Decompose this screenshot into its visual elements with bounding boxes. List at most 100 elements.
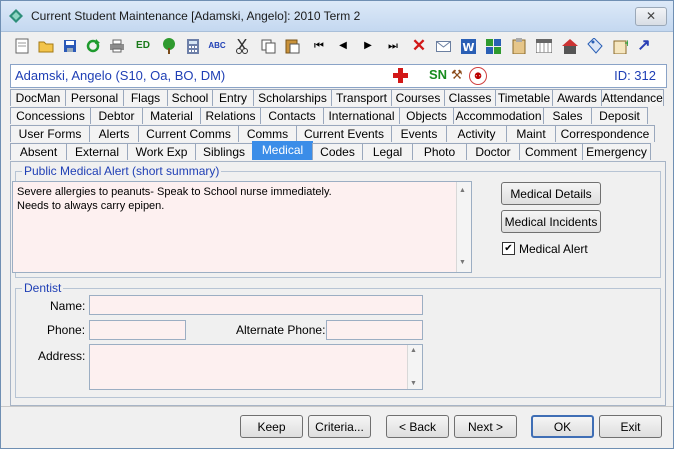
tab-flags[interactable]: Flags <box>123 89 168 106</box>
last-record-icon[interactable]: ⏭ <box>384 37 402 55</box>
tab-codes[interactable]: Codes <box>312 143 363 160</box>
tab-user-forms[interactable]: User Forms <box>10 125 90 142</box>
tab-legal[interactable]: Legal <box>362 143 413 160</box>
alert-scrollbar[interactable]: ▲ ▼ <box>456 182 471 272</box>
address-scrollbar[interactable]: ▲ ▼ <box>407 345 422 389</box>
close-button[interactable]: ✕ <box>635 7 667 26</box>
spellcheck-icon[interactable]: ABC <box>208 37 226 55</box>
clipboard-icon[interactable] <box>510 37 528 55</box>
dentist-phone-input[interactable] <box>89 320 186 340</box>
tab-activity[interactable]: Activity <box>446 125 507 142</box>
dentist-name-input[interactable] <box>89 295 423 315</box>
tab-classes[interactable]: Classes <box>444 89 496 106</box>
tag-icon[interactable] <box>586 37 604 55</box>
tab-external[interactable]: External <box>66 143 128 160</box>
student-info-bar: Adamski, Angelo (S10, Oa, BO, DM) SN ⚒ ⚉… <box>10 64 667 88</box>
cut-icon[interactable] <box>233 37 251 55</box>
address-scroll-down-icon[interactable]: ▼ <box>410 380 417 387</box>
tab-accommodation[interactable]: Accommodation <box>453 107 544 124</box>
calendar-icon[interactable] <box>535 37 553 55</box>
tab-alerts[interactable]: Alerts <box>89 125 139 142</box>
exit-button[interactable]: Exit <box>599 415 662 438</box>
sn-badge[interactable]: SN <box>429 67 447 82</box>
medical-alert-checkbox[interactable]: ✔ <box>502 242 515 255</box>
tab-maint[interactable]: Maint <box>506 125 556 142</box>
tab-correspondence[interactable]: Correspondence <box>555 125 655 142</box>
word-icon[interactable]: W <box>459 37 477 55</box>
medical-cross-icon[interactable] <box>393 68 408 83</box>
notes-icon[interactable]: + <box>611 37 629 55</box>
tab-emergency[interactable]: Emergency <box>582 143 651 160</box>
tab-photo[interactable]: Photo <box>412 143 467 160</box>
tab-absent[interactable]: Absent <box>10 143 67 160</box>
medical-incidents-button[interactable]: Medical Incidents <box>501 210 601 233</box>
paste-icon[interactable] <box>283 37 301 55</box>
tab-work-exp[interactable]: Work Exp <box>127 143 196 160</box>
tab-contacts[interactable]: Contacts <box>260 107 324 124</box>
tab-entry[interactable]: Entry <box>212 89 254 106</box>
medical-details-button[interactable]: Medical Details <box>501 182 601 205</box>
next-record-icon[interactable]: ▶ <box>359 37 377 55</box>
criteria-button[interactable]: Criteria... <box>308 415 371 438</box>
svg-text:W: W <box>462 41 474 54</box>
tab-current-comms[interactable]: Current Comms <box>138 125 239 142</box>
tab-doctor[interactable]: Doctor <box>466 143 520 160</box>
calculator-icon[interactable] <box>184 37 202 55</box>
tab-timetable[interactable]: Timetable <box>495 89 553 106</box>
student-name: Adamski, Angelo (S10, Oa, BO, DM) <box>15 68 226 83</box>
tab-courses[interactable]: Courses <box>391 89 445 106</box>
edit-icon[interactable]: ED <box>133 37 153 55</box>
tab-current-events[interactable]: Current Events <box>296 125 392 142</box>
tab-transport[interactable]: Transport <box>331 89 392 106</box>
tab-comment[interactable]: Comment <box>519 143 583 160</box>
tab-objects[interactable]: Objects <box>399 107 454 124</box>
new-document-icon[interactable] <box>13 37 31 55</box>
svg-text:+: + <box>624 39 628 49</box>
save-icon[interactable] <box>61 37 79 55</box>
tab-attendance[interactable]: Attendance <box>601 89 664 106</box>
circle-badge-icon[interactable]: ⚉ <box>469 67 487 85</box>
copy-icon[interactable] <box>259 37 277 55</box>
tab-international[interactable]: International <box>323 107 400 124</box>
scroll-up-icon[interactable]: ▲ <box>459 184 466 198</box>
tab-relations[interactable]: Relations <box>200 107 261 124</box>
tab-concessions[interactable]: Concessions <box>10 107 91 124</box>
refresh-icon[interactable] <box>84 37 102 55</box>
tab-sales[interactable]: Sales <box>543 107 592 124</box>
title-bar[interactable]: Current Student Maintenance [Adamski, An… <box>1 1 673 32</box>
scroll-down-icon[interactable]: ▼ <box>459 256 466 270</box>
next-button[interactable]: Next > <box>454 415 517 438</box>
tab-awards[interactable]: Awards <box>552 89 602 106</box>
dentist-name-label: Name: <box>50 299 86 313</box>
tab-personal[interactable]: Personal <box>65 89 124 106</box>
house-icon[interactable] <box>561 37 579 55</box>
arrow-icon[interactable]: ↗ <box>635 37 653 55</box>
keep-button[interactable]: Keep <box>240 415 303 438</box>
hammer-icon[interactable]: ⚒ <box>451 67 463 83</box>
tree-icon[interactable] <box>160 37 178 55</box>
tab-deposit[interactable]: Deposit <box>591 107 648 124</box>
medical-alert-group-title: Public Medical Alert (short summary) <box>22 164 222 178</box>
medical-alert-textarea[interactable]: Severe allergies to peanuts- Speak to Sc… <box>12 181 472 273</box>
grid-icon[interactable] <box>484 37 502 55</box>
tab-scholarships[interactable]: Scholarships <box>253 89 332 106</box>
first-record-icon[interactable]: ⏮ <box>310 37 328 55</box>
tab-material[interactable]: Material <box>142 107 201 124</box>
back-button[interactable]: < Back <box>386 415 449 438</box>
dentist-address-textarea[interactable]: ▲ ▼ <box>89 344 423 390</box>
tab-siblings[interactable]: Siblings <box>195 143 253 160</box>
ok-button[interactable]: OK <box>531 415 594 438</box>
dentist-alt-phone-input[interactable] <box>326 320 423 340</box>
tab-debtor[interactable]: Debtor <box>90 107 143 124</box>
delete-icon[interactable]: ✕ <box>410 37 428 55</box>
tab-medical[interactable]: Medical <box>252 141 313 160</box>
open-folder-icon[interactable] <box>37 37 55 55</box>
email-icon[interactable] <box>434 37 452 55</box>
tab-events[interactable]: Events <box>391 125 447 142</box>
tab-comms[interactable]: Comms <box>238 125 297 142</box>
previous-record-icon[interactable]: ◀ <box>334 37 352 55</box>
tab-docman[interactable]: DocMan <box>10 89 66 106</box>
print-icon[interactable] <box>108 37 126 55</box>
tab-school[interactable]: School <box>167 89 213 106</box>
address-scroll-up-icon[interactable]: ▲ <box>410 347 417 354</box>
